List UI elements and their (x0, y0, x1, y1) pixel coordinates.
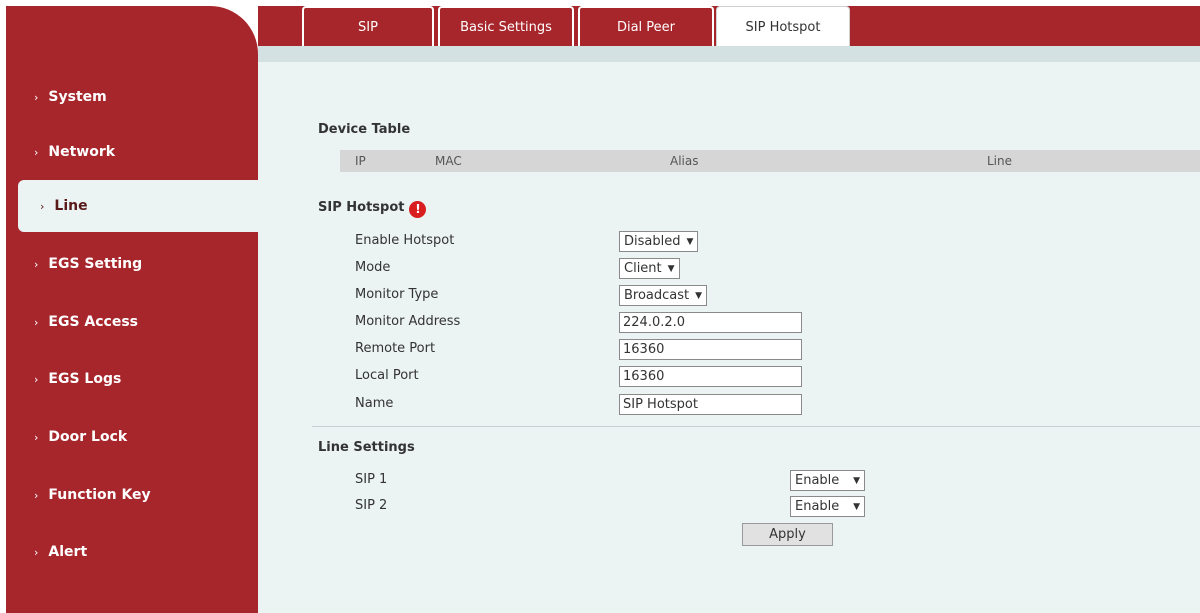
sip1-select[interactable]: Enable ▼ (790, 470, 865, 491)
enable-hotspot-label: Enable Hotspot (355, 233, 455, 248)
tab-sip-hotspot[interactable]: SIP Hotspot (716, 6, 850, 48)
chevron-right-icon: › (34, 145, 39, 159)
sip2-value: Enable (795, 499, 840, 514)
dropdown-arrow-icon: ▼ (667, 263, 675, 274)
sidebar-item-egs-setting[interactable]: › EGS Setting (6, 238, 258, 290)
sidebar-item-alert[interactable]: › Alert (6, 526, 258, 578)
chevron-right-icon: › (34, 372, 39, 386)
sidebar-item-label: System (48, 89, 107, 105)
enable-hotspot-select[interactable]: Disabled ▼ (619, 231, 699, 252)
local-port-label: Local Port (355, 368, 419, 383)
sidebar-item-egs-logs[interactable]: › EGS Logs (6, 353, 258, 405)
column-header-ip: IP (355, 154, 366, 168)
chevron-right-icon: › (34, 315, 39, 329)
device-table-title: Device Table (318, 122, 411, 137)
sidebar-item-label: Line (54, 198, 88, 214)
tab-label: Basic Settings (460, 19, 552, 35)
column-header-alias: Alias (670, 154, 699, 168)
mode-label: Mode (355, 260, 391, 275)
sidebar-item-label: Function Key (48, 487, 151, 503)
sidebar-item-door-lock[interactable]: › Door Lock (6, 411, 258, 463)
sidebar: › System › Network › Line › EGS Setting … (6, 6, 258, 613)
local-port-input[interactable] (619, 366, 802, 387)
mode-value: Client (624, 261, 662, 276)
monitor-address-label: Monitor Address (355, 314, 461, 329)
sidebar-item-label: Door Lock (48, 429, 128, 445)
sidebar-item-label: Network (48, 144, 116, 160)
tab-strip-underline (258, 46, 1200, 62)
monitor-type-value: Broadcast (624, 288, 690, 303)
monitor-type-select[interactable]: Broadcast ▼ (619, 285, 708, 306)
info-icon[interactable]: ! (409, 201, 427, 218)
sip-hotspot-title: SIP Hotspot! (318, 200, 427, 218)
dropdown-arrow-icon: ▼ (686, 236, 694, 247)
chevron-right-icon: › (40, 199, 45, 213)
sidebar-item-label: Alert (48, 544, 88, 560)
enable-hotspot-value: Disabled (624, 234, 681, 249)
tab-label: SIP Hotspot (745, 20, 821, 35)
sidebar-item-label: EGS Access (48, 314, 139, 330)
mode-select[interactable]: Client ▼ (619, 258, 680, 279)
sip1-label: SIP 1 (355, 472, 388, 487)
chevron-right-icon: › (34, 90, 39, 104)
remote-port-input[interactable] (619, 339, 802, 360)
dropdown-arrow-icon: ▼ (695, 290, 703, 301)
monitor-address-input[interactable] (619, 312, 802, 333)
column-header-mac: MAC (435, 154, 462, 168)
tab-label: Dial Peer (616, 19, 676, 35)
chevron-right-icon: › (34, 430, 39, 444)
line-settings-title: Line Settings (318, 440, 415, 455)
sidebar-item-function-key[interactable]: › Function Key (6, 469, 258, 521)
device-table-header: IP MAC Alias Line (340, 150, 1200, 172)
sidebar-item-system[interactable]: › System (6, 71, 258, 123)
tab-dial-peer[interactable]: Dial Peer (578, 6, 714, 46)
tab-bar: SIP Basic Settings Dial Peer SIP Hotspot (258, 6, 1200, 48)
sidebar-item-label: EGS Logs (48, 371, 122, 387)
sidebar-item-network[interactable]: › Network (6, 126, 258, 178)
monitor-type-label: Monitor Type (355, 287, 439, 302)
chevron-right-icon: › (34, 257, 39, 271)
chevron-right-icon: › (34, 545, 39, 559)
sip-hotspot-title-text: SIP Hotspot (318, 200, 405, 215)
tab-basic-settings[interactable]: Basic Settings (438, 6, 574, 46)
remote-port-label: Remote Port (355, 341, 436, 356)
sidebar-item-line[interactable]: › Line (18, 180, 258, 232)
sidebar-item-egs-access[interactable]: › EGS Access (6, 296, 258, 348)
section-divider (312, 426, 1200, 427)
name-input[interactable] (619, 394, 802, 415)
sip2-select[interactable]: Enable ▼ (790, 496, 865, 517)
sip1-value: Enable (795, 473, 840, 488)
sip2-label: SIP 2 (355, 498, 388, 513)
dropdown-arrow-icon: ▼ (853, 501, 860, 512)
column-header-line: Line (987, 154, 1013, 168)
sidebar-item-label: EGS Setting (48, 256, 143, 272)
tab-sip[interactable]: SIP (302, 6, 434, 46)
chevron-right-icon: › (34, 488, 39, 502)
dropdown-arrow-icon: ▼ (853, 475, 860, 486)
tab-label: SIP (358, 19, 378, 35)
name-label: Name (355, 396, 394, 411)
main-content: Device Table IP MAC Alias Line SIP Hotsp… (258, 62, 1200, 613)
apply-button[interactable]: Apply (742, 523, 833, 546)
